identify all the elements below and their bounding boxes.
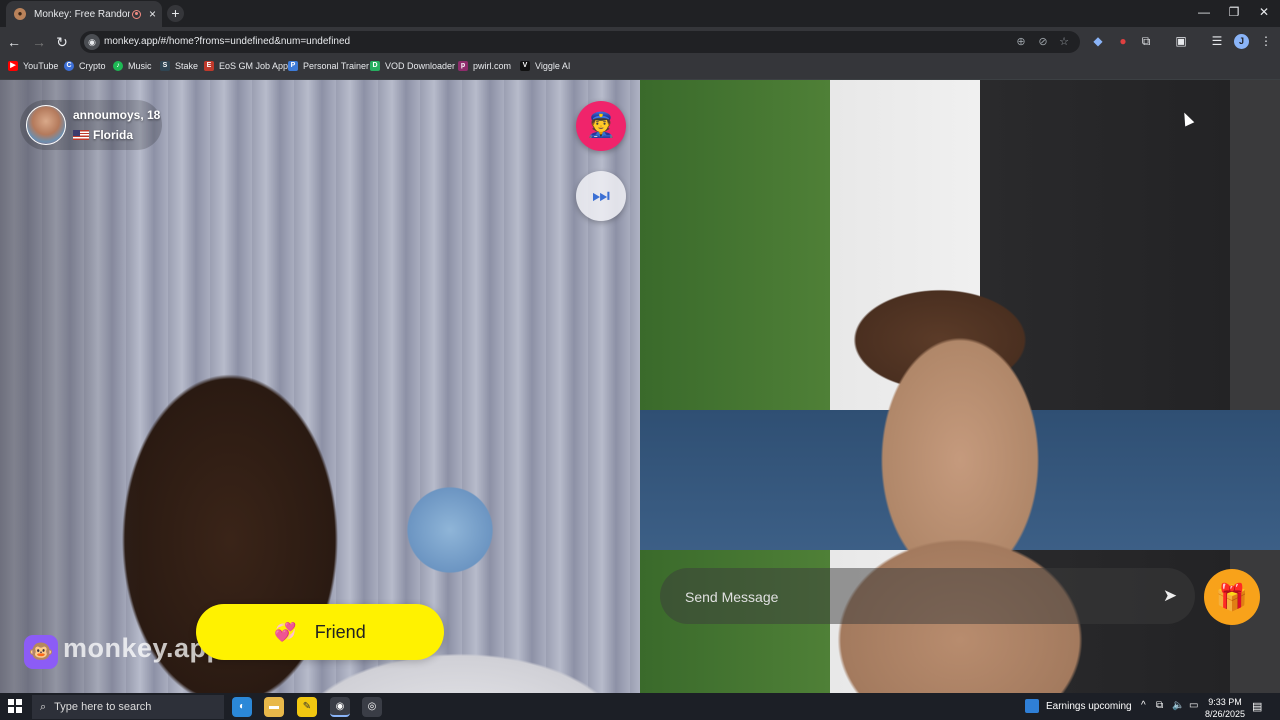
bookmark-eos-gm-job-app[interactable]: E EoS GM Job App: [204, 61, 288, 71]
bookmark-pwirl[interactable]: p pwirl.com: [458, 61, 511, 71]
youtube-icon: ▶: [8, 61, 18, 71]
crypto-icon: C: [64, 61, 74, 71]
clock-date: 8/26/2025: [1205, 709, 1246, 719]
us-flag-icon: [73, 130, 89, 140]
police-officer-icon: 👮: [586, 112, 616, 139]
browser-tab-monkey[interactable]: ● Monkey: Free Random Vide ×: [6, 1, 162, 27]
bookmark-viggle-ai[interactable]: V Viggle AI: [520, 61, 570, 71]
tab-strip: [0, 0, 1280, 27]
bookmark-label: Stake: [175, 61, 199, 71]
monkey-favicon-icon: ●: [14, 8, 26, 20]
partner-location: Florida: [93, 128, 134, 142]
sticky-notes-icon[interactable]: ✎: [297, 697, 317, 717]
search-icon: ⌕: [40, 700, 47, 713]
bookmark-label: Crypto: [79, 61, 106, 71]
bookmark-vod-downloader[interactable]: D VOD Downloader: [370, 61, 455, 71]
taskbar-app-5-icon[interactable]: ◎: [362, 697, 382, 717]
volume-icon[interactable]: 🔈: [1172, 700, 1184, 711]
profile-avatar[interactable]: J: [1234, 34, 1249, 49]
bookmark-label: YouTube: [23, 61, 59, 71]
site-info-icon[interactable]: ◉: [84, 34, 100, 50]
zoom-icon[interactable]: ⊕: [1014, 35, 1028, 48]
viggle-icon: V: [520, 61, 530, 71]
reload-button[interactable]: ↻: [54, 34, 70, 51]
extension-2-icon[interactable]: ●: [1115, 34, 1131, 48]
skip-button[interactable]: ⏭: [576, 171, 626, 221]
network-icon[interactable]: ▭: [1189, 700, 1198, 711]
url-text[interactable]: monkey.app/#/home?froms=undefined&num=un…: [104, 36, 350, 47]
bookmark-star-icon[interactable]: ☆: [1057, 35, 1071, 48]
news-label: Earnings upcoming: [1046, 700, 1132, 712]
message-input[interactable]: [683, 586, 1127, 608]
personal-trainer-icon: P: [288, 61, 298, 71]
bookmark-label: EoS GM Job App: [219, 61, 289, 71]
minimize-button[interactable]: —: [1194, 5, 1214, 19]
music-icon: ♪: [113, 61, 123, 71]
notification-center-icon[interactable]: ▤: [1252, 700, 1262, 713]
news-icon: [1025, 699, 1039, 713]
bookmark-label: pwirl.com: [473, 61, 512, 71]
bookmark-crypto[interactable]: C Crypto: [64, 61, 106, 71]
report-button[interactable]: 👮: [576, 101, 626, 151]
forward-button[interactable]: →: [31, 34, 47, 50]
gift-button[interactable]: 🎁: [1204, 569, 1260, 625]
bookmark-youtube[interactable]: ▶ YouTube: [8, 61, 58, 71]
file-explorer-icon[interactable]: ▬: [264, 697, 284, 717]
gift-icon: 🎁: [1215, 582, 1249, 612]
news-widget[interactable]: Earnings upcoming: [1025, 699, 1132, 713]
restore-button[interactable]: ❐: [1224, 5, 1244, 19]
skip-forward-icon: ⏭: [592, 185, 610, 207]
bookmark-label: Personal Trainer: [303, 61, 370, 71]
friend-button[interactable]: 💞 Friend: [196, 604, 444, 660]
send-message-button[interactable]: ➤: [1157, 583, 1183, 609]
monkey-logo-icon: 🐵: [24, 635, 58, 669]
eye-off-icon[interactable]: ⊘: [1036, 35, 1050, 48]
clock-time: 9:33 PM: [1208, 697, 1242, 707]
vod-downloader-icon: D: [370, 61, 380, 71]
bookmark-label: Music: [128, 61, 152, 71]
partner-video-feed: [0, 80, 640, 693]
taskbar-search-placeholder: Type here to search: [54, 701, 152, 713]
friend-button-label: Friend: [314, 621, 366, 642]
tray-app-icon[interactable]: ⧉: [1156, 700, 1163, 711]
taskbar-clock[interactable]: 9:33 PM 8/26/2025: [1205, 696, 1245, 720]
eos-icon: E: [204, 61, 214, 71]
tab-title: Monkey: Free Random Vide: [34, 8, 130, 20]
pwirl-icon: p: [458, 61, 468, 71]
partner-name-age: annoumoys, 18: [73, 108, 161, 122]
windows-start-button[interactable]: [8, 699, 22, 713]
partner-avatar[interactable]: [26, 105, 66, 145]
recording-indicator-icon: [132, 9, 141, 19]
close-window-button[interactable]: ✕: [1254, 5, 1274, 19]
stake-icon: S: [160, 61, 170, 71]
chrome-icon[interactable]: ◉: [330, 697, 350, 717]
bookmark-personal-trainer[interactable]: P Personal Trainer: [288, 61, 369, 71]
browser-menu-icon[interactable]: ⋮: [1258, 34, 1274, 48]
tab-close-icon[interactable]: ×: [149, 8, 156, 20]
bookmark-label: Viggle AI: [535, 61, 571, 71]
send-icon: ➤: [1162, 586, 1178, 605]
reading-mode-icon[interactable]: ▣: [1173, 34, 1189, 48]
extension-1-icon[interactable]: ◆: [1090, 34, 1106, 48]
bookmark-stake[interactable]: S Stake: [160, 61, 198, 71]
taskbar-search[interactable]: ⌕ Type here to search: [32, 695, 224, 719]
bookmark-label: VOD Downloader: [385, 61, 456, 71]
taskbar-app-1-icon[interactable]: ◐: [232, 697, 252, 717]
hearts-icon: 💞: [274, 621, 297, 642]
extensions-puzzle-icon[interactable]: ⧉: [1138, 34, 1154, 49]
media-controls-icon[interactable]: ☰: [1209, 34, 1225, 48]
new-tab-button[interactable]: +: [167, 5, 184, 22]
back-button[interactable]: ←: [6, 34, 22, 50]
bookmark-music[interactable]: ♪ Music: [113, 61, 152, 71]
tray-overflow-icon[interactable]: ^: [1141, 700, 1146, 711]
